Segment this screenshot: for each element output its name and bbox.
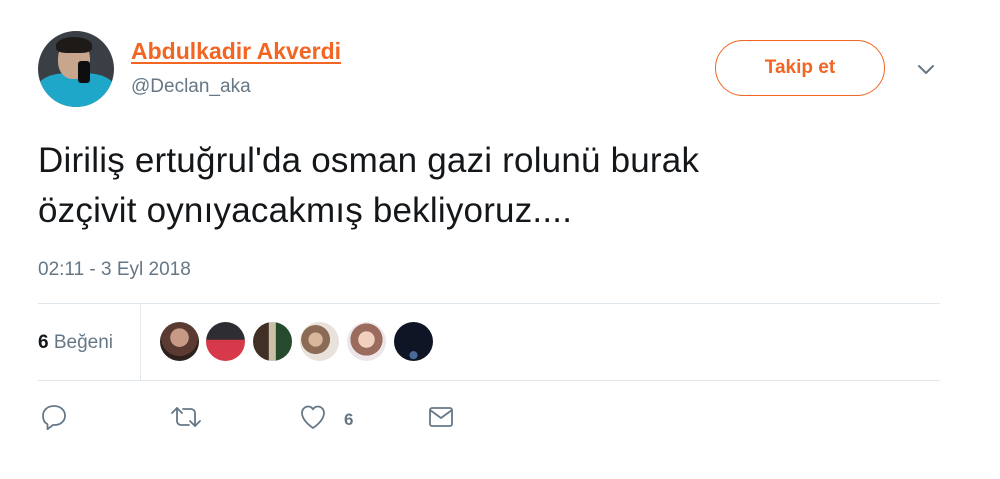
follow-button[interactable]: Takip et (715, 40, 885, 96)
stats-row: 6 Beğeni (38, 304, 940, 380)
like-count: 6 (344, 410, 354, 429)
stats-separator (140, 304, 141, 380)
likes-stat[interactable]: 6 Beğeni (38, 332, 113, 354)
author-display-name[interactable]: Abdulkadir Akverdi (131, 38, 341, 65)
reply-icon (42, 405, 66, 431)
chevron-down-icon[interactable] (913, 56, 939, 82)
likes-label: Beğeni (53, 332, 114, 353)
author-handle[interactable]: @Declan_aka (131, 76, 251, 98)
message-icon (429, 407, 453, 427)
liker-avatar[interactable] (160, 322, 199, 361)
avatar-phone (78, 61, 90, 83)
likes-number: 6 (38, 332, 49, 353)
retweet-button[interactable] (169, 402, 203, 434)
heart-icon (301, 405, 325, 429)
tweet-timestamp[interactable]: 02:11 - 3 Eyl 2018 (38, 259, 191, 281)
reply-button[interactable] (40, 402, 68, 434)
like-button[interactable] (298, 402, 328, 434)
liker-avatar[interactable] (206, 322, 245, 361)
avatar-hair (56, 37, 92, 53)
liker-avatar[interactable] (347, 322, 386, 361)
liker-avatar[interactable] (394, 322, 433, 361)
direct-message-button[interactable] (427, 402, 455, 434)
retweet-icon (171, 407, 201, 427)
tweet-text: Diriliş ertuğrul'da osman gazi rolunü bu… (38, 136, 938, 236)
author-avatar[interactable] (38, 31, 114, 107)
liker-avatar[interactable] (253, 322, 292, 361)
divider-bottom (38, 380, 940, 381)
tweet-text-line-2: özçivit oynıyacakmış bekliyoruz.... (38, 191, 573, 230)
liker-avatar[interactable] (300, 322, 339, 361)
tweet-text-line-1: Diriliş ertuğrul'da osman gazi rolunü bu… (38, 141, 700, 180)
tweet-actions: 6 (38, 402, 940, 438)
